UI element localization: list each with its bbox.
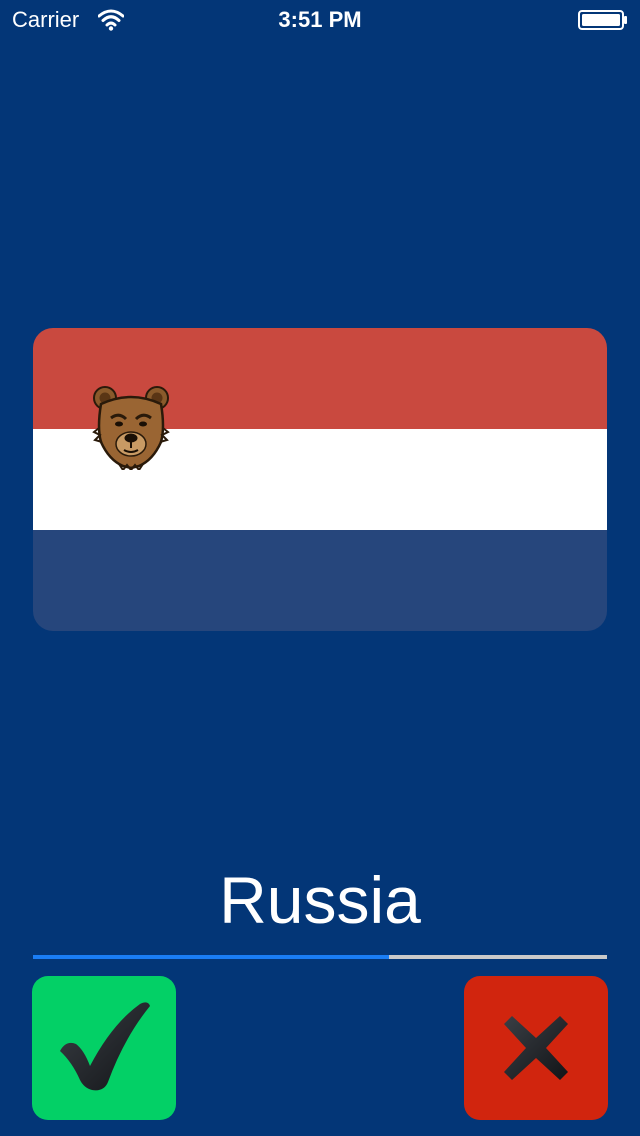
progress-bar xyxy=(33,955,607,959)
correct-button[interactable] xyxy=(32,976,176,1120)
checkmark-icon xyxy=(60,1002,150,1091)
bear-icon xyxy=(92,386,170,470)
status-time: 3:51 PM xyxy=(278,7,362,32)
battery-icon xyxy=(578,10,627,30)
country-name: Russia xyxy=(219,863,421,937)
flag-card xyxy=(33,328,607,631)
x-icon xyxy=(504,1016,568,1080)
flag-stripe-blue xyxy=(33,530,607,631)
app-screen: Carrier 3:51 PM Russia xyxy=(0,0,640,1136)
status-bar: Carrier 3:51 PM xyxy=(0,0,640,40)
wrong-button[interactable] xyxy=(464,976,608,1120)
progress-fill xyxy=(33,955,389,959)
